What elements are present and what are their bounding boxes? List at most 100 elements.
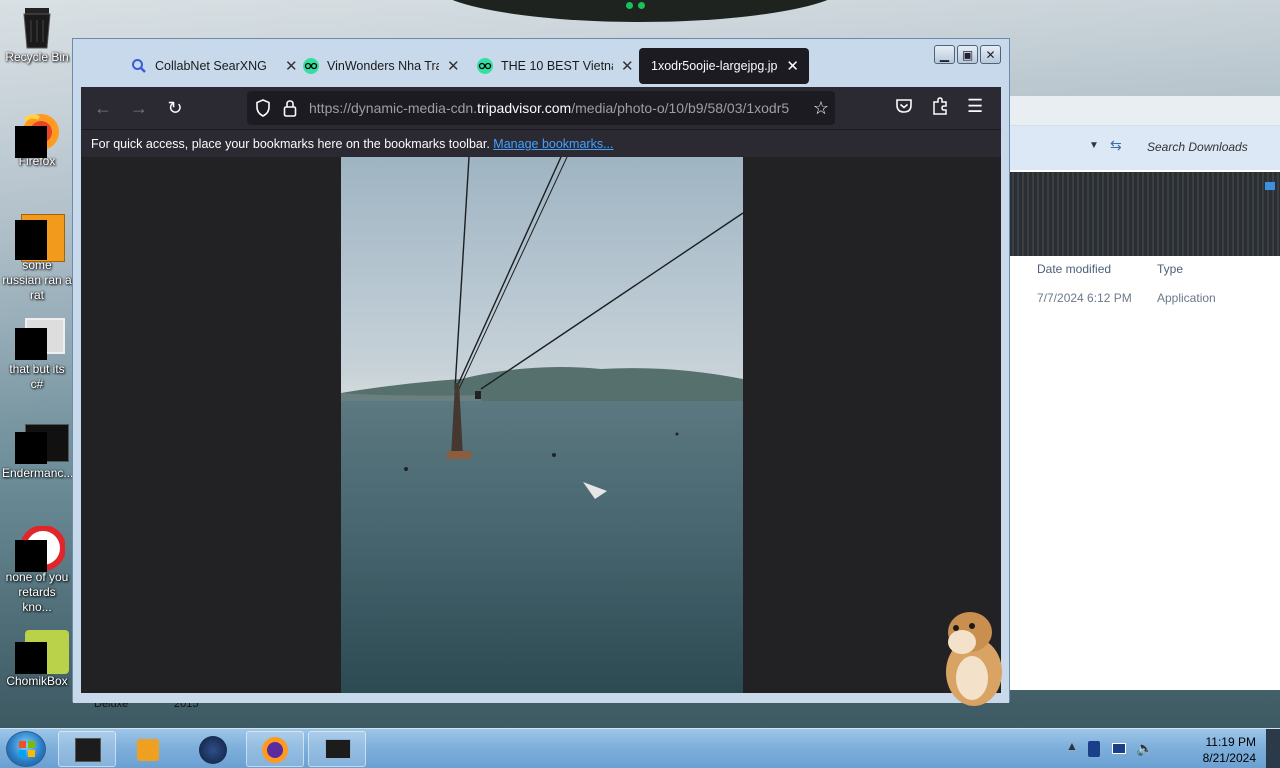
search-icon	[131, 58, 147, 74]
start-button[interactable]	[6, 731, 46, 767]
desktop-icon-recycle-bin[interactable]: Recycle Bin	[2, 6, 72, 65]
lock-icon[interactable]	[283, 99, 297, 117]
url-prefix: https://dynamic-media-cdn.	[309, 100, 478, 116]
terminal-icon	[325, 739, 351, 759]
application-icon	[15, 318, 65, 360]
tab-strip: CollabNet SearXNG ✕ VinWonders Nha Tran …	[73, 39, 1009, 87]
desktop-icon-label: Recycle Bin	[5, 50, 69, 64]
desktop-icon-label: some russian ran a rat	[2, 258, 72, 302]
bookmarks-hint-text: For quick access, place your bookmarks h…	[91, 137, 490, 151]
shield-icon[interactable]	[255, 99, 271, 117]
tab-label: THE 10 BEST Vietnam	[501, 59, 613, 73]
extensions-puzzle-icon[interactable]	[931, 96, 951, 116]
photo-scene	[341, 157, 743, 693]
volume-icon[interactable]: 🔈	[1136, 740, 1153, 757]
tab-image-active[interactable]: 1xodr5oojie-largejpg.jpg ✕	[639, 48, 809, 84]
bookmark-star-icon[interactable]: ☆	[813, 98, 829, 119]
close-tab-icon[interactable]: ✕	[621, 57, 634, 75]
taskbar-item-media-player[interactable]	[120, 731, 178, 767]
file-type-cell[interactable]: Application	[1157, 291, 1216, 305]
clock-time: 11:19 PM	[1205, 735, 1256, 749]
desktop-icon-label: none of you retards kno...	[5, 570, 69, 614]
app-icon	[75, 738, 101, 762]
search-downloads-input[interactable]: Search Downloads	[1147, 140, 1248, 154]
network-icon[interactable]	[1112, 743, 1126, 754]
url-bar[interactable]: https://dynamic-media-cdn.tripadvisor.co…	[247, 91, 835, 125]
clock-date: 8/21/2024	[1202, 751, 1256, 765]
explorer-toolbar-band	[1009, 172, 1280, 256]
application-icon	[15, 214, 65, 262]
chevron-down-icon[interactable]: ▼	[1089, 140, 1099, 151]
tab-label: VinWonders Nha Tran	[327, 59, 439, 73]
tripadvisor-icon	[477, 58, 493, 74]
maximize-button[interactable]: ▣	[957, 45, 978, 64]
tab-label: 1xodr5oojie-largejpg.jpg	[651, 59, 779, 73]
tab-label: CollabNet SearXNG	[155, 59, 267, 73]
firefox-icon	[15, 110, 59, 158]
url-domain: tripadvisor.com	[477, 100, 572, 116]
desktop-icon-none-of-you[interactable]: none of you retards kno...	[2, 525, 72, 615]
desktop-icon-firefox[interactable]: Firefox	[2, 110, 72, 169]
refresh-icon[interactable]: ⇆	[1110, 137, 1122, 154]
desktop-icon-label: Endermanc...	[2, 466, 74, 480]
explorer-titlebar	[1009, 96, 1280, 126]
firefox-icon	[262, 737, 288, 763]
recycle-bin-icon	[17, 6, 57, 49]
window-controls: ▁ ▣ ✕	[934, 45, 1001, 64]
desktop-icon-some-russian[interactable]: some russian ran a rat	[2, 214, 72, 303]
media-player-icon	[137, 739, 159, 761]
taskbar-item-globe[interactable]	[184, 731, 242, 767]
application-icon	[15, 422, 69, 464]
clock[interactable]: 11:19 PM 8/21/2024	[1203, 734, 1256, 766]
file-date-cell[interactable]: 7/7/2024 6:12 PM	[1037, 291, 1132, 305]
hamburger-menu-icon[interactable]: ☰	[967, 96, 983, 117]
cable-car-photo[interactable]	[341, 157, 743, 693]
pocket-icon[interactable]	[895, 97, 915, 117]
firefox-window[interactable]: CollabNet SearXNG ✕ VinWonders Nha Tran …	[72, 38, 1010, 703]
window-bottom-border	[73, 693, 1009, 703]
close-window-button[interactable]: ✕	[980, 45, 1001, 64]
green-light-icon	[626, 2, 633, 9]
back-arrow-icon[interactable]: ←	[91, 96, 115, 120]
tray-app-icon[interactable]	[1088, 741, 1100, 757]
column-header-date-modified[interactable]: Date modified	[1037, 262, 1111, 276]
system-tray: ▲ 🔈 11:19 PM 8/21/2024	[1066, 729, 1256, 768]
tab-collabnet-searxng[interactable]: CollabNet SearXNG ✕	[119, 48, 308, 84]
tripadvisor-icon	[303, 58, 319, 74]
forward-arrow-icon[interactable]: →	[127, 96, 151, 120]
globe-icon	[199, 736, 227, 764]
window-chip-icon	[1265, 182, 1275, 190]
tray-expand-icon[interactable]: ▲	[1066, 739, 1078, 753]
taskbar-item-app[interactable]	[58, 731, 116, 767]
navigation-toolbar: ← → ↻ https://dynamic-media-cdn.tripadvi…	[81, 87, 1001, 129]
desktop-icon-that-but-its-csharp[interactable]: that but its c#	[2, 318, 72, 392]
tab-vinwonders[interactable]: VinWonders Nha Tran ✕	[291, 48, 470, 84]
taskbar-item-terminal[interactable]	[308, 731, 366, 767]
desktop-icon-label: ChomikBox	[6, 674, 68, 688]
chomikbox-icon	[15, 630, 69, 674]
manage-bookmarks-link[interactable]: Manage bookmarks...	[493, 137, 613, 151]
reload-icon[interactable]: ↻	[163, 96, 187, 120]
bookmarks-hint: For quick access, place your bookmarks h…	[91, 137, 614, 151]
application-icon	[15, 525, 66, 572]
url-text[interactable]: https://dynamic-media-cdn.tripadvisor.co…	[309, 100, 799, 116]
show-desktop-button[interactable]	[1266, 729, 1280, 768]
column-header-type[interactable]: Type	[1157, 262, 1183, 276]
bookmarks-toolbar: For quick access, place your bookmarks h…	[81, 129, 1001, 157]
green-light-icon	[638, 2, 645, 9]
desktop-icon-endermanch[interactable]: Endermanc...	[2, 422, 74, 481]
desktop-icon-chomikbox[interactable]: ChomikBox	[2, 630, 72, 689]
windows-logo-icon	[19, 741, 35, 757]
desktop-icon-label: that but its c#	[9, 362, 65, 391]
taskbar: ▲ 🔈 11:19 PM 8/21/2024	[0, 728, 1280, 768]
tab-10-best-vietnam[interactable]: THE 10 BEST Vietnam ✕	[465, 48, 644, 84]
explorer-search-bar: ▼ ⇆ Search Downloads	[1009, 126, 1280, 170]
minimize-button[interactable]: ▁	[934, 45, 955, 64]
close-tab-icon[interactable]: ✕	[447, 57, 460, 75]
taskbar-item-firefox[interactable]	[246, 731, 304, 767]
url-path: /media/photo-o/10/b9/58/03/1xodr5	[571, 100, 790, 116]
image-viewer	[81, 157, 1001, 693]
hamster-mascot-image	[940, 608, 1006, 708]
close-tab-icon[interactable]: ✕	[786, 57, 799, 75]
file-explorer-window[interactable]: ▼ ⇆ Search Downloads Date modified Type …	[1008, 96, 1280, 690]
